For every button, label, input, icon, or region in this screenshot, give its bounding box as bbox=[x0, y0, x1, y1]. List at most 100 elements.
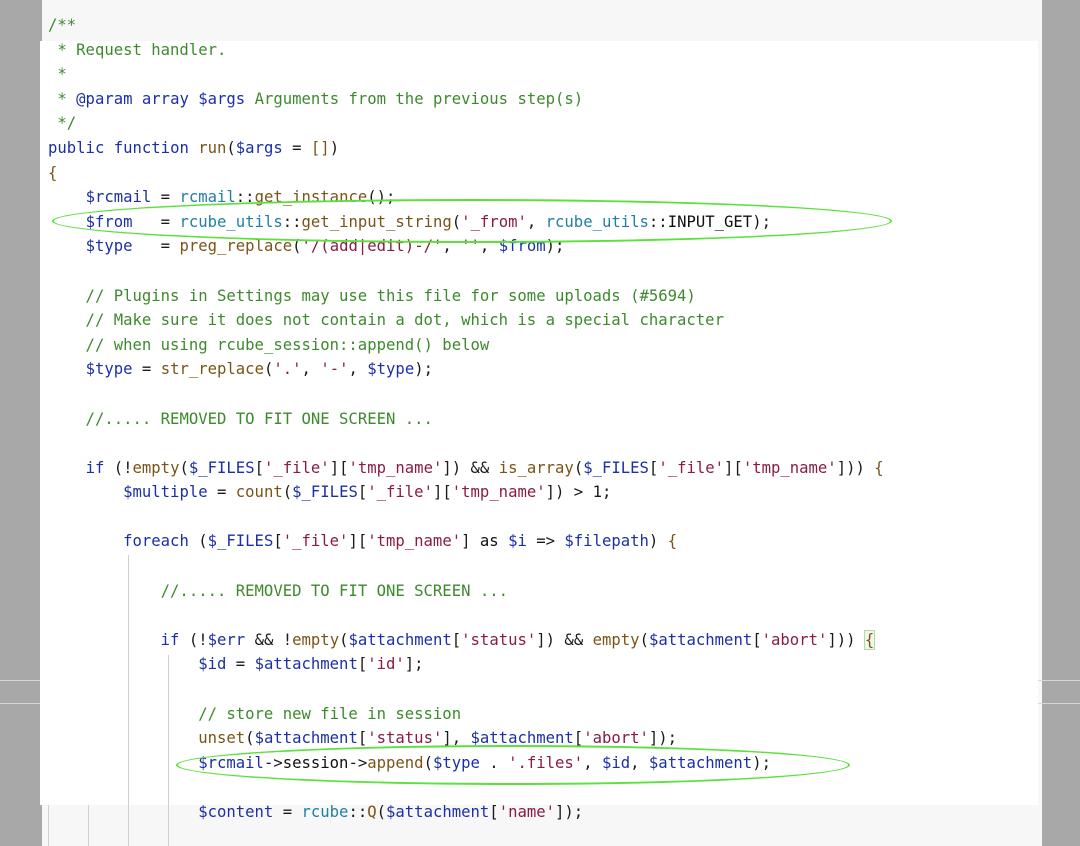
code-token: $from bbox=[498, 237, 546, 256]
code-token: foreach bbox=[123, 532, 189, 551]
code-token: ( bbox=[188, 532, 208, 551]
code-token: ( bbox=[282, 483, 293, 502]
code-token: 'name' bbox=[498, 803, 556, 821]
code-token: ], bbox=[442, 729, 471, 748]
code-token: , bbox=[526, 212, 546, 231]
code-token: = bbox=[226, 655, 255, 674]
code-token: [] bbox=[310, 138, 330, 157]
code-line: * Request handler. bbox=[48, 38, 884, 63]
code-token: ]) > 1; bbox=[545, 483, 612, 502]
code-token: = bbox=[132, 212, 180, 231]
code-line: //..... REMOVED TO FIT ONE SCREEN ... bbox=[48, 407, 884, 432]
code-token: ][ bbox=[432, 483, 452, 502]
code-token: 'tmp_name' bbox=[451, 483, 546, 502]
code-token: ]) && bbox=[442, 458, 499, 477]
code-token: = bbox=[282, 138, 311, 157]
code-token: ][ bbox=[724, 458, 743, 477]
code-token: ) bbox=[648, 532, 668, 551]
code-token: get_input_string bbox=[301, 212, 452, 231]
code-token: is_array bbox=[498, 458, 574, 477]
code-token: $_FILES bbox=[583, 458, 649, 477]
code-token: * Request handler. bbox=[48, 40, 227, 59]
code-token: [ bbox=[752, 630, 762, 649]
code-token: '' bbox=[461, 237, 480, 256]
code-token: [ bbox=[254, 458, 264, 477]
code-token: str_replace bbox=[160, 360, 264, 379]
code-token: empty bbox=[592, 630, 640, 649]
code-token: ( bbox=[245, 729, 255, 748]
code-token: ); bbox=[414, 360, 433, 379]
code-token: preg_replace bbox=[179, 237, 293, 256]
code-line: * bbox=[48, 62, 884, 87]
code-token: $id bbox=[198, 655, 227, 674]
code-token: , bbox=[479, 237, 499, 256]
code-token: ( bbox=[263, 360, 274, 379]
code-line: // Plugins in Settings may use this file… bbox=[48, 284, 884, 309]
code-line: if (!empty($_FILES['_file']['tmp_name'])… bbox=[48, 456, 884, 481]
code-token: ]); bbox=[555, 803, 584, 821]
code-token: ( bbox=[292, 237, 302, 256]
code-token: [ bbox=[648, 458, 659, 477]
code-token: , bbox=[630, 753, 649, 772]
code-line: unset($attachment['status'], $attachment… bbox=[48, 726, 884, 751]
code-line: { bbox=[48, 161, 884, 186]
code-token: $attachment bbox=[470, 729, 574, 748]
code-token: $args bbox=[235, 138, 283, 157]
code-token: * bbox=[48, 89, 77, 108]
code-token: '_file' bbox=[658, 458, 725, 477]
code-line: // Make sure it does not contain a dot, … bbox=[48, 308, 884, 333]
code-token: ]); bbox=[648, 729, 678, 748]
code-token: . bbox=[479, 753, 509, 772]
code-line: * @param array $args Arguments from the … bbox=[48, 87, 884, 112]
code-token: $attachment bbox=[254, 655, 358, 674]
code-token: ])) bbox=[836, 458, 875, 477]
code-token: $err bbox=[207, 630, 246, 649]
code-token: '_file' bbox=[282, 532, 349, 551]
code-token: 'abort' bbox=[583, 729, 649, 748]
code-token: as bbox=[479, 532, 499, 551]
code-token: ][ bbox=[329, 458, 349, 477]
code-token: -> bbox=[263, 753, 283, 772]
code-token: $args bbox=[188, 89, 246, 108]
code-token: :: bbox=[648, 212, 668, 231]
code-token: $i bbox=[508, 532, 527, 551]
code-token: rcmail bbox=[179, 188, 236, 207]
code-token: ( bbox=[376, 803, 387, 821]
code-token: { bbox=[874, 458, 884, 477]
code-token: (! bbox=[179, 630, 208, 649]
code-token: rcube_utils bbox=[179, 212, 283, 231]
code-token: ][ bbox=[348, 532, 368, 551]
code-token: '.' bbox=[273, 360, 302, 379]
code-token: ( bbox=[179, 458, 189, 477]
code-token: => bbox=[526, 532, 565, 551]
code-token: $type bbox=[432, 753, 480, 772]
code-token: ( bbox=[226, 138, 236, 157]
code-token: $attachment bbox=[254, 729, 358, 748]
code-editor[interactable]: /** * Request handler. * * @param array … bbox=[48, 13, 884, 825]
code-token: $multiple bbox=[123, 483, 208, 502]
code-token: 'tmp_name' bbox=[367, 532, 462, 551]
code-line: // store new file in session bbox=[48, 702, 884, 727]
code-token: REMOVED TO FIT ONE SCREEN ... bbox=[160, 409, 433, 428]
code-line: $multiple = count($_FILES['_file']['tmp_… bbox=[48, 480, 884, 505]
code-token: ( bbox=[423, 753, 433, 772]
code-token: unset bbox=[198, 729, 246, 748]
code-token: // when using rcube_session::append() be… bbox=[48, 335, 490, 354]
code-token: $attachment bbox=[648, 630, 753, 649]
code-line: foreach ($_FILES['_file']['tmp_name'] as… bbox=[48, 529, 884, 554]
code-token: /** bbox=[48, 16, 77, 34]
code-token: , bbox=[442, 237, 462, 256]
code-token: $from bbox=[85, 212, 133, 231]
code-token: ])) bbox=[827, 630, 865, 649]
code-token: $id bbox=[601, 753, 631, 772]
